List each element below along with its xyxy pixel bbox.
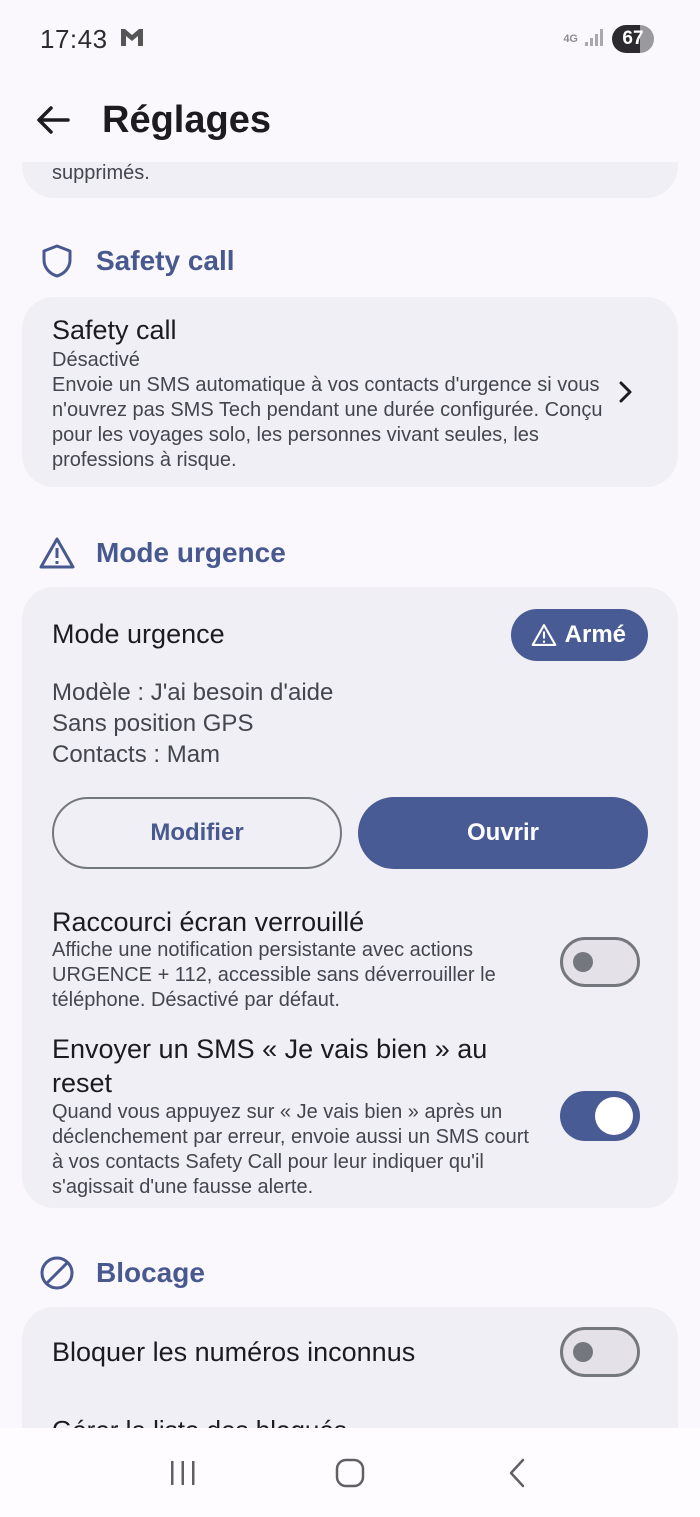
chevron-right-icon <box>612 378 640 406</box>
blocage-card: Bloquer les numéros inconnus Gérer la li… <box>22 1307 678 1428</box>
block-unknown-title[interactable]: Bloquer les numéros inconnus <box>52 1337 415 1368</box>
app-bar: Réglages <box>0 78 700 162</box>
armed-badge-label: Armé <box>564 621 626 648</box>
home-icon[interactable] <box>320 1443 380 1503</box>
armed-status-badge: Armé <box>510 609 648 661</box>
section-header-blocage: Blocage <box>38 1254 205 1292</box>
warning-badge-icon <box>531 624 556 646</box>
section-title-safety-call: Safety call <box>96 245 235 276</box>
reset-sms-title: Envoyer un SMS « Je vais bien » au reset <box>52 1034 488 1098</box>
reset-sms-toggle[interactable] <box>560 1091 640 1141</box>
previous-card: supprimés. <box>22 162 678 198</box>
lock-shortcut-description: Affiche une notification persistante ave… <box>52 939 496 1011</box>
previous-card-text: supprimés. <box>52 162 150 184</box>
gps-line: Sans position GPS <box>52 710 254 737</box>
battery-indicator: 67 <box>612 25 654 53</box>
lock-shortcut-title: Raccourci écran verrouillé <box>52 907 365 937</box>
safety-call-description: Envoie un SMS automatique à vos contacts… <box>52 374 603 471</box>
safety-call-item[interactable]: Safety call Désactivé Envoie un SMS auto… <box>22 297 678 487</box>
safety-call-title: Safety call <box>52 315 177 345</box>
status-bar: 17:43 4G 67 <box>0 0 700 78</box>
page-title: Réglages <box>102 98 271 141</box>
section-header-safety-call: Safety call <box>38 242 235 280</box>
contacts-line: Contacts : Mam <box>52 741 221 768</box>
section-title-mode-urgence: Mode urgence <box>96 537 286 568</box>
back-arrow-icon[interactable] <box>34 101 72 139</box>
shield-icon <box>38 242 76 280</box>
open-button[interactable]: Ouvrir <box>358 797 648 869</box>
settings-list[interactable]: supprimés. Safety call Safety call Désac… <box>0 162 700 1428</box>
status-time: 17:43 <box>40 23 108 54</box>
section-header-mode-urgence: Mode urgence <box>38 534 286 572</box>
modify-button[interactable]: Modifier <box>52 797 342 869</box>
lock-shortcut-row[interactable]: Raccourci écran verrouillé Affiche une n… <box>52 907 532 1013</box>
block-unknown-toggle[interactable] <box>560 1327 640 1377</box>
manage-blocked-item[interactable]: Gérer la liste des bloqués <box>52 1415 347 1428</box>
network-type: 4G <box>563 33 578 45</box>
section-title-blocage: Blocage <box>96 1257 205 1288</box>
mode-urgence-card-title: Mode urgence <box>52 619 225 649</box>
safety-call-status: Désactivé <box>52 349 140 371</box>
recent-apps-icon[interactable] <box>153 1443 213 1503</box>
signal-icon <box>584 27 606 52</box>
warning-icon <box>38 534 76 572</box>
back-nav-icon[interactable] <box>487 1443 547 1503</box>
lock-shortcut-toggle[interactable] <box>560 937 640 987</box>
reset-sms-row[interactable]: Envoyer un SMS « Je vais bien » au reset… <box>52 1032 542 1200</box>
gmail-notification-icon <box>120 27 144 52</box>
system-navigation-bar <box>0 1428 700 1517</box>
block-icon <box>38 1254 76 1292</box>
model-line: Modèle : J'ai besoin d'aide <box>52 679 334 706</box>
reset-sms-description: Quand vous appuyez sur « Je vais bien » … <box>52 1101 529 1198</box>
mode-urgence-card: Mode urgence Armé Modèle : J'ai besoin d… <box>22 587 678 1208</box>
